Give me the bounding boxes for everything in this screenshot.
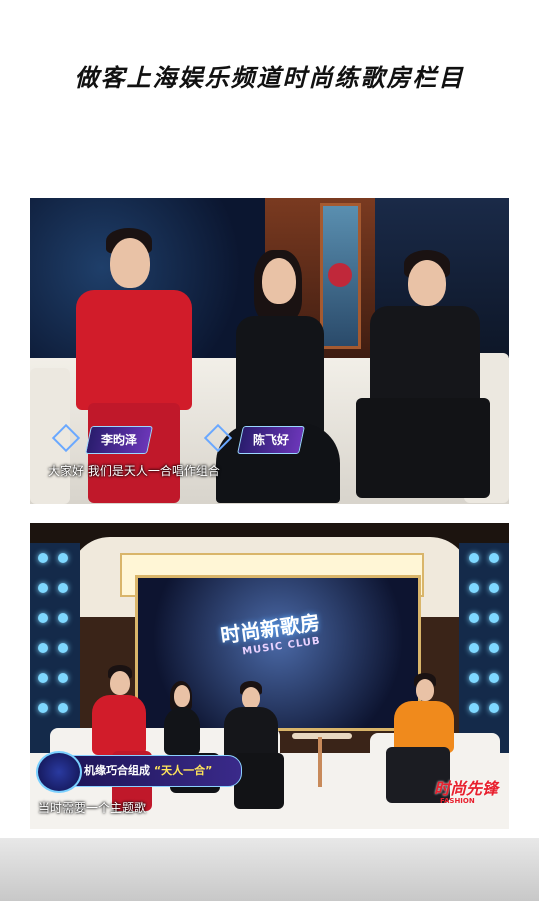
flowers <box>328 263 352 287</box>
subtitle: 大家好 我们是天人一合唱作组合 <box>48 464 220 478</box>
name-tag-1: 李昀泽 <box>85 426 153 454</box>
caption-prefix: 机缘巧合组成 <box>84 764 150 777</box>
side-table-leg <box>318 737 322 787</box>
side-table <box>292 733 352 739</box>
name-tag-1-text: 李昀泽 <box>101 433 138 447</box>
name-tag-2: 陈飞好 <box>237 426 305 454</box>
brand-logo-sub: FASHION <box>440 797 475 805</box>
video-frame-2[interactable]: 时尚新歌房 MUSIC CLUB 机缘巧合组成 “天人一合” 当时需要一个主题歌… <box>30 523 509 829</box>
page-title: 做客上海娱乐频道时尚练歌房栏目 <box>74 63 465 92</box>
caption-highlight: “天人一合” <box>153 764 213 777</box>
subtitle-2: 当时需要一个主题歌 <box>38 801 147 815</box>
bottom-fade <box>0 838 539 901</box>
brand-logo: 时尚先锋 <box>434 779 499 798</box>
name-tag-2-text: 陈飞好 <box>253 433 290 447</box>
show-badge-icon <box>36 751 82 793</box>
video-frame-1[interactable]: 李昀泽 陈飞好 大家好 我们是天人一合唱作组合 <box>30 198 509 504</box>
caption-text: 机缘巧合组成 “天人一合” <box>84 762 212 778</box>
